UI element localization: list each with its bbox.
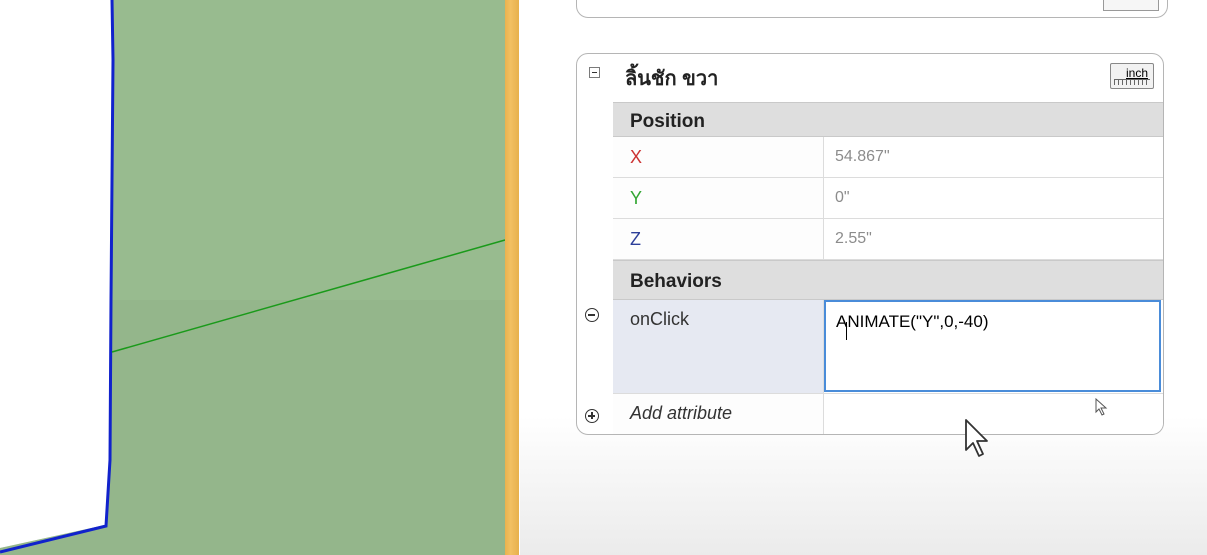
collapse-icon[interactable] [589, 67, 600, 78]
face-shading [0, 300, 505, 555]
component-attributes-box: ลิ้นชัก ขวา inch Position X 54.867" Y 0"… [576, 53, 1164, 435]
add-attribute-label[interactable]: Add attribute [630, 403, 732, 424]
component-title: ลิ้นชัก ขวา [625, 68, 719, 90]
viewport-canvas[interactable] [0, 0, 520, 555]
onclick-formula-editor[interactable]: ANIMATE("Y",0,-40) [824, 300, 1161, 392]
property-row-z[interactable]: Z 2.55" [613, 219, 1163, 260]
position-section-header: Position [613, 102, 1163, 137]
z-value[interactable]: 2.55" [835, 230, 872, 248]
panel-divider[interactable] [505, 0, 519, 555]
property-name-cell: Y [613, 178, 824, 218]
property-name-cell: onClick [613, 300, 824, 393]
add-attribute-row[interactable]: Add attribute [613, 394, 1163, 434]
unit-ruler-icon[interactable] [1103, 0, 1159, 11]
property-name-cell: Add attribute [613, 394, 824, 434]
delete-attribute-icon[interactable] [585, 308, 599, 322]
z-label: Z [630, 229, 641, 249]
behaviors-section-header: Behaviors [613, 260, 1163, 300]
property-row-y[interactable]: Y 0" [613, 178, 1163, 219]
y-value[interactable]: 0" [835, 189, 850, 207]
property-name-cell: Z [613, 219, 824, 259]
small-pointer-icon [1095, 398, 1108, 416]
3d-viewport[interactable] [0, 0, 520, 555]
add-attribute-icon[interactable] [585, 409, 599, 423]
blue-edge [0, 0, 115, 554]
unit-label: inch [1125, 66, 1148, 80]
y-label: Y [630, 188, 643, 208]
component-header: ลิ้นชัก ขวา inch [577, 54, 1163, 98]
onclick-formula-text: ANIMATE("Y",0,-40 [836, 312, 983, 331]
x-value[interactable]: 54.867" [835, 148, 890, 166]
position-section-label: Position [630, 111, 705, 132]
text-caret [846, 322, 847, 340]
behaviors-section-label: Behaviors [630, 271, 722, 292]
ruler-icon [1114, 79, 1150, 85]
previous-component-box [576, 0, 1168, 18]
property-row-x[interactable]: X 54.867" [613, 137, 1163, 178]
property-name-cell: X [613, 137, 824, 177]
onclick-label: onClick [630, 309, 690, 329]
property-row-onclick[interactable]: onClick ANIMATE("Y",0,-40) [613, 300, 1163, 394]
unit-toggle-button[interactable]: inch [1110, 63, 1154, 89]
mouse-pointer-icon [965, 419, 988, 457]
row-gutter [577, 98, 613, 434]
x-label: X [630, 147, 643, 167]
